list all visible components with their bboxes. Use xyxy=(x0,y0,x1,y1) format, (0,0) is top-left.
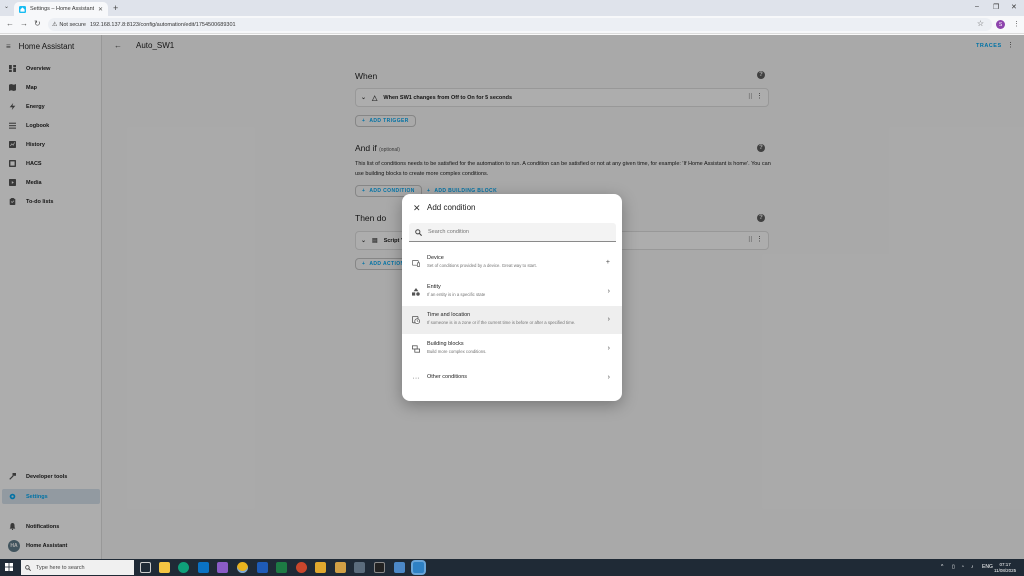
item-subtitle: If an entity is in a specific state xyxy=(427,291,486,297)
item-text: Time and location If someone is in a zon… xyxy=(427,312,575,325)
tab-search-icon[interactable]: ⌄ xyxy=(4,3,9,10)
item-subtitle: Set of conditions provided by a device. … xyxy=(427,262,537,268)
profile-avatar[interactable]: S xyxy=(996,20,1005,29)
chrome-icon[interactable] xyxy=(237,562,248,573)
app-icon[interactable] xyxy=(413,562,424,573)
building-blocks-icon xyxy=(412,345,420,353)
app-icon[interactable] xyxy=(315,562,326,573)
condition-item-device[interactable]: Device Set of conditions provided by a d… xyxy=(402,249,622,277)
device-icon xyxy=(412,259,420,267)
chevron-right-icon: › xyxy=(607,345,610,352)
file-explorer-icon[interactable] xyxy=(159,562,170,573)
search-icon xyxy=(415,228,422,236)
tab-close-icon[interactable]: ✕ xyxy=(98,6,103,13)
back-icon[interactable]: ← xyxy=(6,19,14,28)
search-input[interactable] xyxy=(428,229,608,235)
new-tab-icon[interactable]: + xyxy=(113,3,118,13)
search-icon xyxy=(25,564,31,571)
app-icon[interactable] xyxy=(394,562,405,573)
app-icon[interactable] xyxy=(354,562,365,573)
network-icon[interactable]: ◔ xyxy=(961,564,964,570)
condition-item-other[interactable]: ··· Other conditions › xyxy=(402,364,622,392)
outlook-icon[interactable] xyxy=(198,562,209,573)
search-field[interactable] xyxy=(409,223,616,242)
window-close-icon[interactable]: ✕ xyxy=(1011,3,1017,11)
condition-item-building-blocks[interactable]: Building blocks Build more complex condi… xyxy=(402,335,622,363)
bookmark-star-icon[interactable]: ☆ xyxy=(977,19,984,28)
item-text: Device Set of conditions provided by a d… xyxy=(427,255,537,268)
item-subtitle: If someone is in a zone or if the curren… xyxy=(427,319,576,325)
chevron-right-icon: › xyxy=(607,374,610,381)
condition-item-entity[interactable]: Entity If an entity is in a specific sta… xyxy=(402,278,622,306)
browser-tabstrip: ⌄ Settings – Home Assistant ✕ + – ❐ ✕ xyxy=(0,0,1024,16)
item-title: Time and location xyxy=(427,312,471,318)
app-icon[interactable] xyxy=(335,562,346,573)
dialog-title: Add condition xyxy=(427,203,476,212)
item-text: Entity If an entity is in a specific sta… xyxy=(427,284,485,297)
taskbar-search[interactable]: Type here to search xyxy=(21,560,134,575)
chevron-right-icon: › xyxy=(607,288,610,295)
browser-menu-icon[interactable]: ⋮ xyxy=(1013,20,1020,28)
terminal-icon[interactable] xyxy=(374,562,385,573)
browser-tab[interactable]: Settings – Home Assistant ✕ xyxy=(14,2,108,16)
taskbar-clock[interactable]: 07:17 11/08/2025 xyxy=(994,562,1016,573)
not-secure-label: Not secure xyxy=(59,21,86,28)
url-text[interactable]: 192.168.137.8:8123/config/automation/edi… xyxy=(90,22,236,28)
chevron-right-icon: › xyxy=(607,316,610,323)
plus-icon: + xyxy=(605,259,610,266)
not-secure-indicator[interactable]: ⚠ Not secure xyxy=(52,21,86,29)
home-assistant-favicon-icon xyxy=(19,5,26,13)
forward-icon[interactable]: → xyxy=(20,19,28,28)
item-title: Other conditions xyxy=(427,374,468,380)
tab-title: Settings – Home Assistant xyxy=(30,6,94,12)
task-view-icon[interactable] xyxy=(140,562,151,573)
item-title: Entity xyxy=(427,284,441,290)
item-text: Building blocks Build more complex condi… xyxy=(427,341,486,354)
time-location-icon xyxy=(412,316,420,324)
minimize-icon[interactable]: – xyxy=(975,3,979,10)
warning-icon: ⚠ xyxy=(52,22,58,28)
reload-icon[interactable]: ↻ xyxy=(34,19,41,28)
restore-icon[interactable]: ❐ xyxy=(993,3,999,11)
clock-date: 11/08/2025 xyxy=(994,567,1017,573)
condition-item-time-location[interactable]: Time and location If someone is in a zon… xyxy=(402,306,622,334)
windows-start-icon[interactable] xyxy=(5,563,13,571)
item-title: Device xyxy=(427,255,444,261)
language-indicator[interactable]: ENG xyxy=(982,564,993,570)
tray-chevron-icon[interactable]: ^ xyxy=(941,564,943,570)
add-condition-dialog: ✕ Add condition Device Set of conditions… xyxy=(402,194,622,401)
volume-icon[interactable]: ♪ xyxy=(971,564,974,570)
dots-icon: ··· xyxy=(412,374,420,382)
edge-icon[interactable] xyxy=(178,562,189,573)
excel-icon[interactable] xyxy=(276,562,287,573)
item-text: Other conditions xyxy=(427,374,467,380)
browser-toolbar: ← → ↻ ⚠ Not secure 192.168.137.8:8123/co… xyxy=(0,16,1024,34)
item-subtitle: Build more complex conditions. xyxy=(427,348,487,354)
item-title: Building blocks xyxy=(427,341,464,347)
address-bar[interactable]: ⚠ Not secure 192.168.137.8:8123/config/a… xyxy=(48,18,992,31)
taskbar-search-placeholder: Type here to search xyxy=(36,564,85,571)
taskbar: Type here to search ^ ▯ ◔ ♪ ENG 07:17 11… xyxy=(0,559,1024,576)
battery-icon[interactable]: ▯ xyxy=(952,564,955,570)
powerpoint-icon[interactable] xyxy=(296,562,307,573)
entity-icon xyxy=(412,288,420,296)
close-icon[interactable]: ✕ xyxy=(413,203,421,214)
word-icon[interactable] xyxy=(257,562,268,573)
visual-studio-icon[interactable] xyxy=(217,562,228,573)
